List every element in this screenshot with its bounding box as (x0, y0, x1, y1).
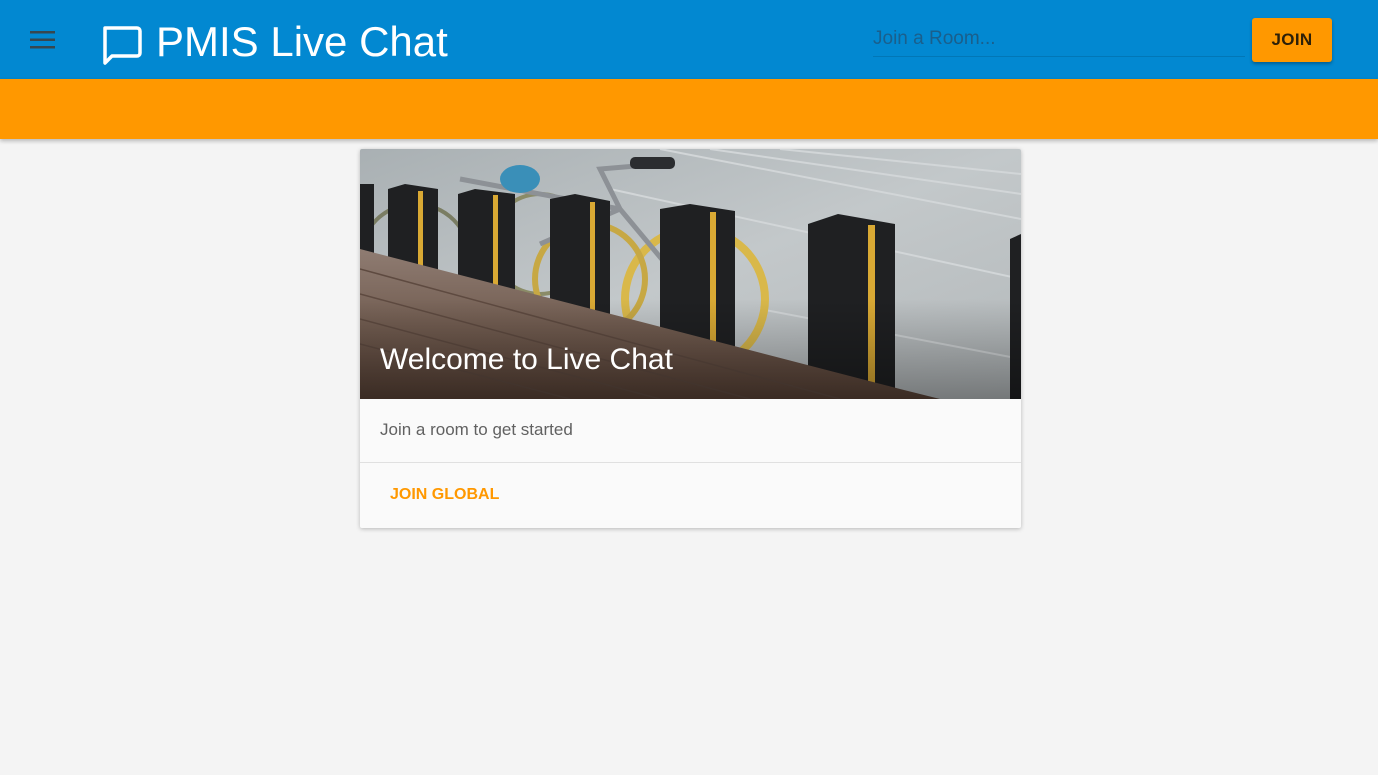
join-room-input[interactable] (873, 22, 1245, 57)
menu-icon (30, 31, 55, 49)
card-divider (360, 462, 1021, 463)
card-image: Welcome to Live Chat (360, 149, 1021, 399)
card-title: Welcome to Live Chat (380, 343, 673, 376)
join-global-button[interactable]: JOIN GLOBAL (380, 477, 509, 513)
chat-bubble-icon (103, 26, 142, 65)
menu-button[interactable] (21, 18, 65, 62)
join-button[interactable]: JOIN (1252, 18, 1332, 62)
welcome-card: Welcome to Live Chat Join a room to get … (360, 149, 1021, 528)
app-title: PMIS Live Chat (156, 18, 448, 65)
card-supporting-text: Join a room to get started (380, 420, 573, 439)
app-toolbar: PMIS Live Chat JOIN (0, 0, 1378, 79)
accent-bar (0, 79, 1378, 139)
